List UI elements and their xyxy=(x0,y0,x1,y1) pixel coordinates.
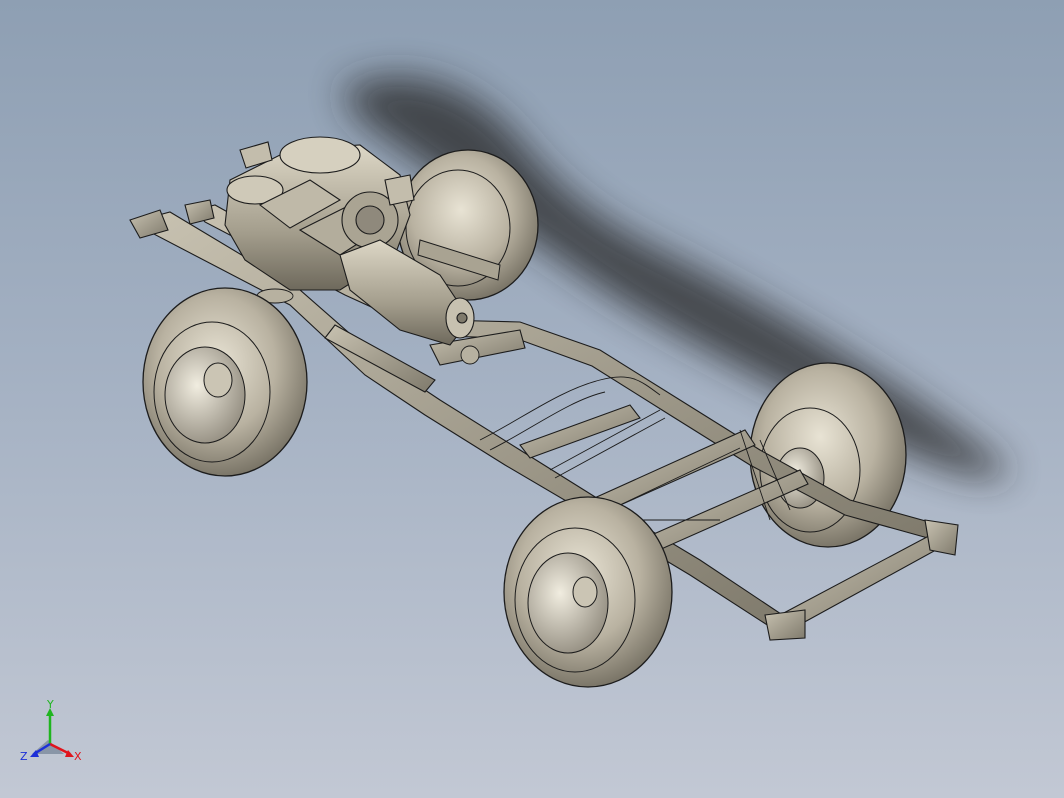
coordinate-triad[interactable]: Y X Z xyxy=(18,700,88,770)
chassis-model[interactable] xyxy=(0,0,1064,798)
graphics-viewport[interactable]: Y X Z xyxy=(0,0,1064,798)
tire-rear-near[interactable] xyxy=(142,287,308,477)
y-axis-label: Y xyxy=(46,700,54,711)
z-axis-label: Z xyxy=(20,750,28,763)
x-axis-label: X xyxy=(74,750,82,763)
tire-front-near[interactable] xyxy=(503,496,673,688)
